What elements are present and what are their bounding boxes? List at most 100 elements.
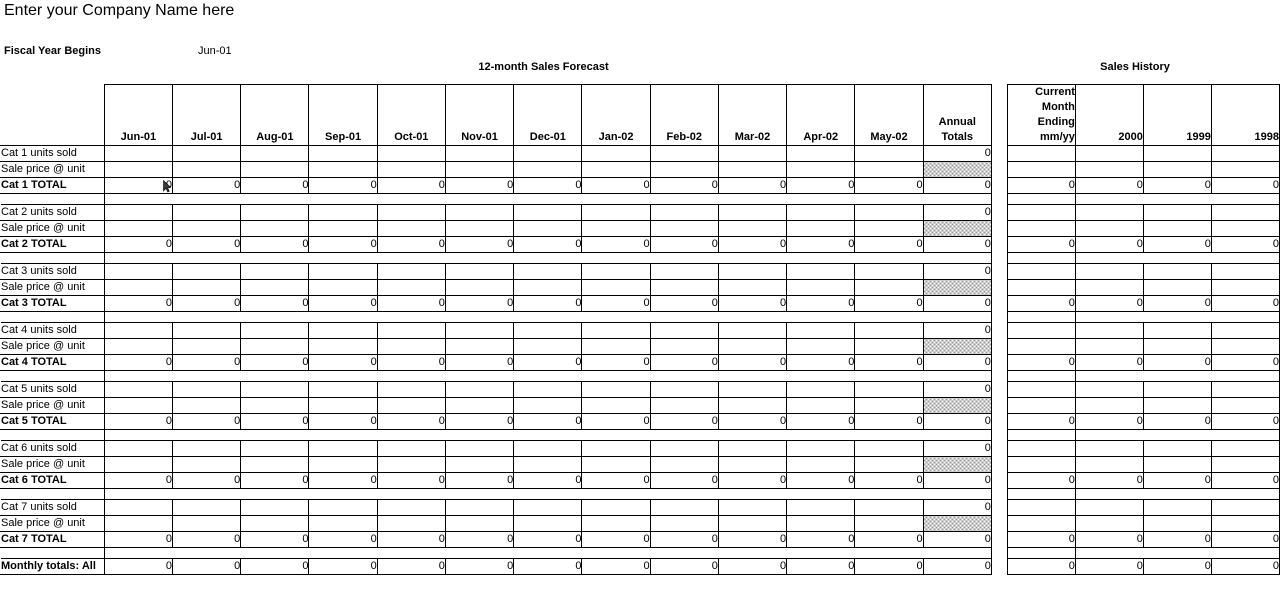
cat-4-total-cell-mar-02[interactable]: 0 [717,354,788,371]
monthly-totals-all-cell-apr-02[interactable]: 0 [786,558,856,575]
cat-4-sale-price-cell-1998[interactable] [1210,338,1280,355]
cat-6-total-cell-dec-01[interactable]: 0 [513,472,583,489]
cat-5-total-cell-nov-01[interactable]: 0 [444,413,515,430]
cat-3-units-sold-cell-dec-01[interactable] [513,263,583,280]
cat-3-total-cell-may-02[interactable]: 0 [854,295,924,312]
cat-3-sale-price-cell-jun-01[interactable] [103,279,174,296]
cat-2-sale-price-cell-aug-01[interactable] [240,220,310,237]
cat-2-units-sold-cell-apr-02[interactable] [786,204,856,221]
cat-2-sale-price-cell-1999[interactable] [1142,220,1212,237]
cat-6-total-cell-may-02[interactable]: 0 [854,472,924,489]
cat-5-total-cell-aug-01[interactable]: 0 [240,413,310,430]
cat-4-units-sold-cell-dec-01[interactable] [513,322,583,339]
cat-6-units-sold-cell-jan-02[interactable] [581,440,651,457]
cat-5-units-sold-cell-1998[interactable] [1210,381,1280,398]
cat-2-total-cell-may-02[interactable]: 0 [854,236,924,253]
cat-7-total-cell-jul-01[interactable]: 0 [172,531,242,548]
cat-3-sale-price-cell-mar-02[interactable] [717,279,788,296]
cat-1-units-sold-cell-may-02[interactable] [854,145,924,162]
column-header-dec-01[interactable]: Dec-01 [513,84,583,146]
cat-4-total-cell-apr-02[interactable]: 0 [786,354,856,371]
cat-3-units-sold-cell-apr-02[interactable] [786,263,856,280]
cat-5-units-sold-cell-jan-02[interactable] [581,381,651,398]
cat-1-total-cell-jan-02[interactable]: 0 [581,177,651,194]
cat-6-units-sold-cell-apr-02[interactable] [786,440,856,457]
cat-6-sale-price-cell-aug-01[interactable] [240,456,310,473]
cat-5-total-cell-oct-01[interactable]: 0 [376,413,446,430]
cat-1-sale-price-cell-1999[interactable] [1142,161,1212,178]
cat-6-sale-price-cell-apr-02[interactable] [786,456,856,473]
cat-3-units-sold-cell-aug-01[interactable] [240,263,310,280]
cat-6-total-cell-apr-02[interactable]: 0 [786,472,856,489]
cat-6-units-sold-cell-2000[interactable] [1074,440,1144,457]
cat-1-units-sold-cell-dec-01[interactable] [513,145,583,162]
cat-7-units-sold-cell-oct-01[interactable] [376,499,446,516]
cat-7-total-cell-jan-02[interactable]: 0 [581,531,651,548]
cat-5-units-sold-cell-2000[interactable] [1074,381,1144,398]
cat-2-sale-price-cell-may-02[interactable] [854,220,924,237]
cat-1-units-sold-cell-jun-01[interactable] [103,145,174,162]
cat-2-sale-price-cell-oct-01[interactable] [376,220,446,237]
cat-7-units-sold-cell-jun-01[interactable] [103,499,174,516]
cat-7-total-cell-1999[interactable]: 0 [1142,531,1212,548]
cat-1-units-sold-cell-annual-total[interactable]: 0 [922,145,992,162]
cat-2-total-cell-apr-02[interactable]: 0 [786,236,856,253]
cat-2-total-cell-jan-02[interactable]: 0 [581,236,651,253]
cat-7-units-sold-cell-2000[interactable] [1074,499,1144,516]
cat-7-sale-price-cell-current-month[interactable] [1006,515,1076,532]
cat-6-total-cell-sep-01[interactable]: 0 [308,472,378,489]
column-header-jun-01[interactable]: Jun-01 [103,84,174,146]
monthly-totals-all-cell-feb-02[interactable]: 0 [649,558,719,575]
cat-2-units-sold-cell-oct-01[interactable] [376,204,446,221]
cat-7-sale-price-cell-dec-01[interactable] [513,515,583,532]
cat-5-total-cell-may-02[interactable]: 0 [854,413,924,430]
cat-5-total-cell-current-month[interactable]: 0 [1006,413,1076,430]
cat-4-sale-price-cell-may-02[interactable] [854,338,924,355]
monthly-totals-all-cell-1998[interactable]: 0 [1210,558,1280,575]
cat-1-sale-price-cell-nov-01[interactable] [444,161,515,178]
cat-1-units-sold-cell-aug-01[interactable] [240,145,310,162]
cat-6-units-sold-cell-annual-total[interactable]: 0 [922,440,992,457]
cat-7-sale-price-cell-1999[interactable] [1142,515,1212,532]
cat-4-total-cell-1999[interactable]: 0 [1142,354,1212,371]
cat-7-total-cell-feb-02[interactable]: 0 [649,531,719,548]
cat-1-units-sold-cell-1998[interactable] [1210,145,1280,162]
cat-6-units-sold-cell-aug-01[interactable] [240,440,310,457]
cat-1-sale-price-cell-feb-02[interactable] [649,161,719,178]
cat-3-units-sold-cell-sep-01[interactable] [308,263,378,280]
cat-3-sale-price-cell-1998[interactable] [1210,279,1280,296]
cat-5-total-cell-jan-02[interactable]: 0 [581,413,651,430]
cat-3-units-sold-cell-jun-01[interactable] [103,263,174,280]
cat-3-sale-price-cell-jul-01[interactable] [172,279,242,296]
cat-3-units-sold-cell-may-02[interactable] [854,263,924,280]
cat-6-units-sold-cell-current-month[interactable] [1006,440,1076,457]
cat-2-total-cell-jun-01[interactable]: 0 [103,236,174,253]
cat-3-units-sold-cell-nov-01[interactable] [444,263,515,280]
cat-3-sale-price-cell-current-month[interactable] [1006,279,1076,296]
cat-2-total-cell-dec-01[interactable]: 0 [513,236,583,253]
cat-6-sale-price-cell-jun-01[interactable] [103,456,174,473]
cat-7-sale-price-cell-1998[interactable] [1210,515,1280,532]
cat-2-total-cell-annual-total[interactable]: 0 [922,236,992,253]
cat-1-sale-price-cell-jan-02[interactable] [581,161,651,178]
cat-2-total-cell-1998[interactable]: 0 [1210,236,1280,253]
column-header-current-month-ending[interactable]: Current Month Ending mm/yy [1006,84,1076,146]
monthly-totals-all-cell-may-02[interactable]: 0 [854,558,924,575]
cat-5-sale-price-cell-may-02[interactable] [854,397,924,414]
cat-2-total-cell-current-month[interactable]: 0 [1006,236,1076,253]
cat-3-total-cell-current-month[interactable]: 0 [1006,295,1076,312]
cat-7-sale-price-cell-mar-02[interactable] [717,515,788,532]
cat-3-total-cell-dec-01[interactable]: 0 [513,295,583,312]
cat-5-sale-price-cell-apr-02[interactable] [786,397,856,414]
cat-5-units-sold-cell-oct-01[interactable] [376,381,446,398]
cat-4-total-cell-may-02[interactable]: 0 [854,354,924,371]
cat-1-sale-price-cell-oct-01[interactable] [376,161,446,178]
cat-7-units-sold-cell-may-02[interactable] [854,499,924,516]
cat-7-sale-price-cell-jul-01[interactable] [172,515,242,532]
cat-7-total-cell-2000[interactable]: 0 [1074,531,1144,548]
cat-1-units-sold-cell-2000[interactable] [1074,145,1144,162]
cat-4-sale-price-cell-jan-02[interactable] [581,338,651,355]
cat-6-sale-price-cell-may-02[interactable] [854,456,924,473]
cat-4-total-cell-jun-01[interactable]: 0 [103,354,174,371]
cat-1-total-cell-1998[interactable]: 0 [1210,177,1280,194]
